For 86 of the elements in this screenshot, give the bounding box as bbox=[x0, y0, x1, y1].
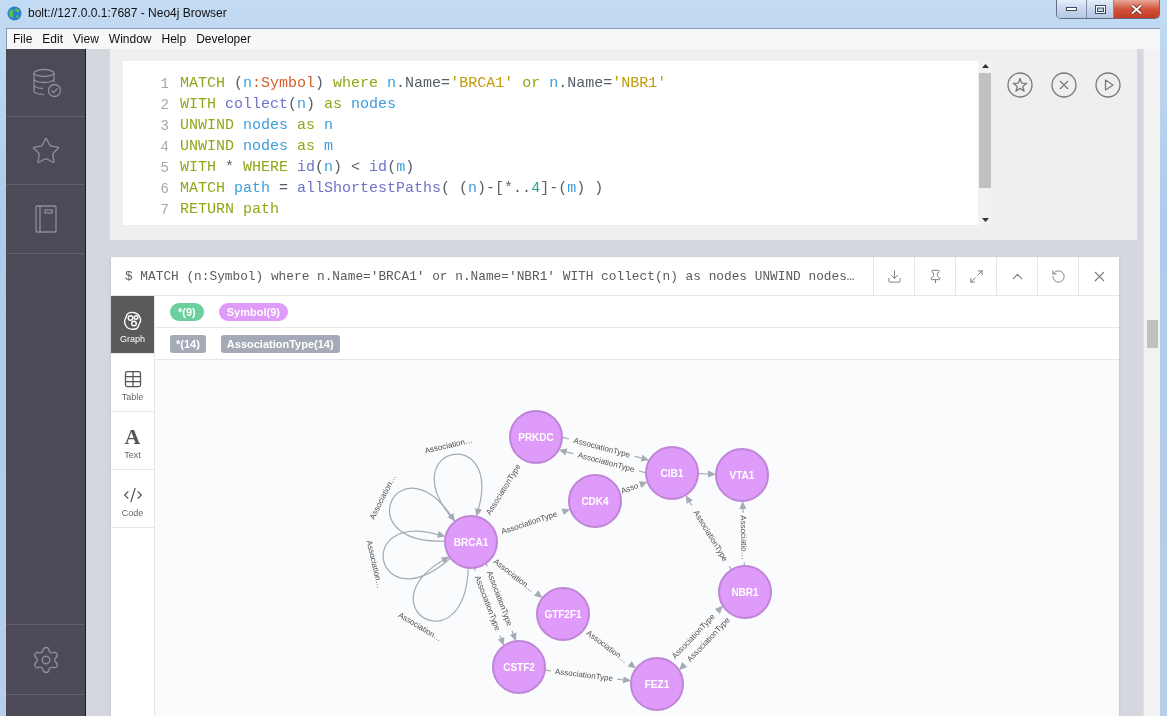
close-icon bbox=[1051, 72, 1077, 98]
play-icon bbox=[1095, 72, 1121, 98]
graph-icon bbox=[122, 311, 143, 331]
node-label-chip[interactable]: *(9) bbox=[170, 302, 204, 321]
code-line: WITH * WHERE id(n) < id(m) bbox=[180, 159, 415, 176]
relationship-arrow bbox=[561, 508, 571, 515]
menu-item[interactable]: Developer bbox=[191, 32, 256, 46]
relationship-arrow bbox=[685, 495, 693, 506]
self-loop-arrow bbox=[382, 530, 452, 580]
relationship-type-chip[interactable]: *(14) bbox=[170, 334, 206, 353]
relationship-line bbox=[561, 436, 570, 440]
maximize-button[interactable] bbox=[1086, 0, 1113, 18]
triangle-down-icon bbox=[981, 218, 989, 222]
letter-icon: A bbox=[124, 427, 141, 447]
graph-node[interactable]: PRKDC bbox=[509, 410, 563, 464]
relationship-arrow bbox=[679, 662, 688, 671]
menu-item[interactable]: View bbox=[68, 32, 104, 46]
node-label-chip[interactable]: Symbol(9) bbox=[218, 302, 288, 321]
code-line: MATCH (n:Symbol) where n.Name='BRCA1' or n.Name='NBR1' bbox=[180, 75, 667, 92]
relationship-arrow bbox=[509, 630, 517, 642]
query-editor[interactable] bbox=[123, 61, 992, 225]
line-number: 3 bbox=[159, 117, 170, 134]
triangle-up-icon bbox=[981, 64, 989, 68]
code-line: RETURN path bbox=[180, 201, 280, 218]
scrollbar-thumb[interactable] bbox=[979, 73, 991, 188]
relationship-label: AssociationType bbox=[554, 667, 614, 683]
download-icon bbox=[886, 268, 902, 284]
book-icon bbox=[33, 204, 58, 234]
relationship-line bbox=[743, 561, 745, 567]
code-line: WITH collect(n) as nodes bbox=[180, 96, 397, 113]
pin-icon bbox=[927, 268, 943, 284]
globe-icon bbox=[7, 5, 22, 21]
view-tab[interactable]: A Text bbox=[111, 412, 154, 470]
maximize-icon bbox=[1094, 4, 1106, 14]
star-icon bbox=[30, 135, 61, 166]
relationship-arrow bbox=[616, 676, 632, 684]
relationship-arrow bbox=[627, 660, 637, 669]
line-number: 1 bbox=[159, 75, 170, 92]
code-line: MATCH path = allShortestPaths( (n)-[*..4]-(m) ) bbox=[180, 180, 604, 197]
code-line: UNWIND nodes as n bbox=[180, 117, 334, 134]
graph-node[interactable]: CIB1 bbox=[645, 446, 699, 500]
line-number: 5 bbox=[159, 159, 170, 176]
close-icon bbox=[1130, 3, 1143, 15]
graph-node[interactable]: CSTF2 bbox=[492, 640, 546, 694]
code-icon bbox=[122, 485, 143, 505]
relationship-arrow bbox=[497, 634, 505, 646]
graph-node[interactable]: NBR1 bbox=[718, 565, 772, 619]
page-scrollbar[interactable] bbox=[1143, 49, 1160, 716]
minimize-icon bbox=[1066, 7, 1077, 11]
relationship-arrow bbox=[739, 501, 747, 514]
relationship-line bbox=[485, 562, 488, 567]
scrollbar-thumb[interactable] bbox=[1146, 320, 1158, 348]
menu-item[interactable]: Edit bbox=[37, 32, 69, 46]
expand-icon bbox=[968, 268, 984, 284]
menu-item[interactable]: File bbox=[8, 32, 38, 46]
settings-button[interactable] bbox=[6, 624, 85, 695]
window-title: bolt://127.0.0.1:7687 - Neo4j Browser bbox=[28, 6, 227, 20]
menu-item[interactable]: Window bbox=[103, 32, 157, 46]
relationship-arrow bbox=[534, 590, 543, 598]
relationship-arrow bbox=[714, 605, 723, 614]
graph-node[interactable]: VTA1 bbox=[715, 448, 769, 502]
relationship-line bbox=[638, 470, 647, 474]
view-tab[interactable]: Code bbox=[111, 470, 154, 528]
menu-item[interactable]: Help bbox=[156, 32, 192, 46]
line-number: 2 bbox=[159, 96, 170, 113]
line-number: 6 bbox=[159, 180, 170, 197]
command-text: $ MATCH (n:Symbol) where n.Name='BRCA1' or n.Name='NBR1' WITH collect(n) as nodes UNWIND nodes… bbox=[124, 268, 856, 284]
relationship-arrow bbox=[634, 454, 650, 462]
view-tab[interactable]: Graph bbox=[111, 296, 154, 354]
close-button[interactable] bbox=[1113, 0, 1159, 18]
code-line: UNWIND nodes as m bbox=[180, 138, 334, 155]
relationship-type-chip[interactable]: AssociationType(14) bbox=[220, 334, 340, 353]
line-number: 7 bbox=[159, 201, 170, 218]
table-icon bbox=[122, 369, 143, 389]
relationship-label: Asso bbox=[619, 481, 640, 496]
minimize-button[interactable] bbox=[1057, 0, 1086, 18]
relationship-line bbox=[473, 567, 476, 572]
relationship-arrow bbox=[697, 470, 716, 478]
refresh-icon bbox=[1050, 268, 1066, 284]
line-number: 4 bbox=[159, 138, 170, 155]
relationship-arrow bbox=[558, 448, 574, 456]
relationship-line bbox=[544, 669, 552, 672]
view-tab[interactable]: Table bbox=[111, 354, 154, 412]
relationship-line bbox=[728, 565, 732, 571]
graph-node[interactable]: CDK4 bbox=[568, 474, 622, 528]
relationship-arrow bbox=[638, 481, 648, 488]
